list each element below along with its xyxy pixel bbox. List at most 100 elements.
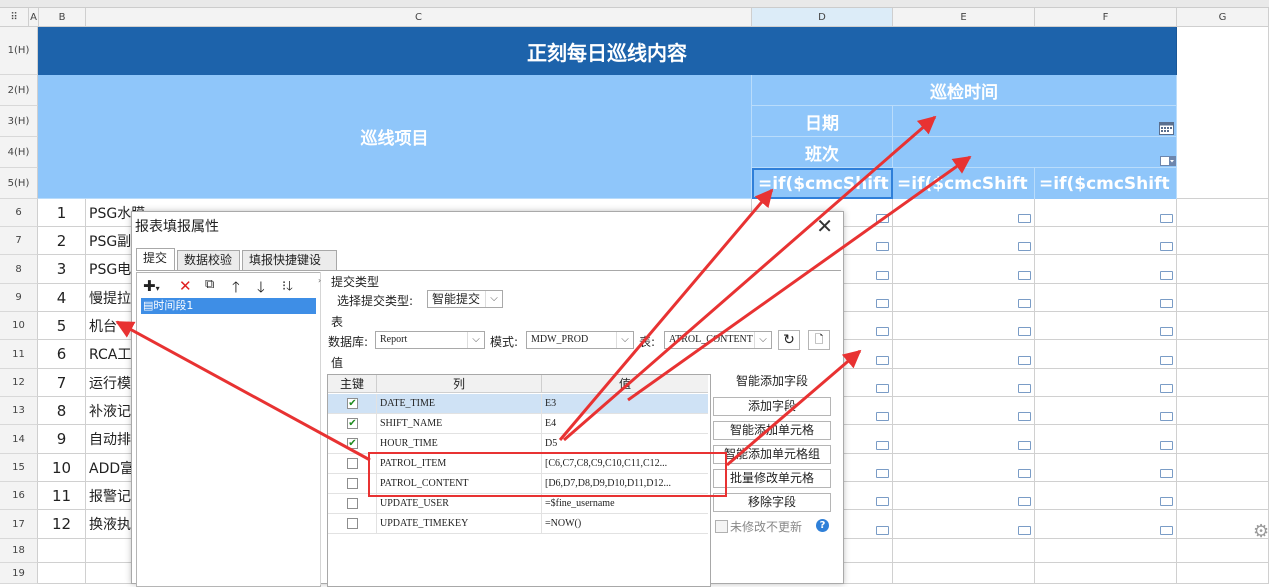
copy-icon[interactable]: ⧉ — [205, 277, 214, 292]
row-header-14[interactable]: 14 — [0, 425, 38, 454]
cell-empty[interactable] — [893, 563, 1035, 584]
cell-input[interactable] — [893, 510, 1035, 539]
table-row[interactable]: UPDATE_USER =$fine_username — [328, 494, 708, 514]
header-patrol-time[interactable]: 巡检时间 — [752, 75, 1177, 106]
row-header-16[interactable]: 16 — [0, 482, 38, 510]
sort-icon[interactable]: ⁝🡓 — [282, 277, 293, 299]
cell-input[interactable] — [893, 199, 1035, 227]
cell-input[interactable] — [893, 454, 1035, 482]
mode-select[interactable]: MDW_PROD ⌵ — [526, 331, 634, 349]
primary-key-checkbox[interactable]: ✔ — [347, 418, 358, 429]
cell-empty[interactable] — [1177, 539, 1269, 563]
close-icon[interactable]: ✕ — [816, 214, 833, 238]
primary-key-checkbox[interactable]: ✔ — [347, 438, 358, 449]
table-row[interactable]: ✔ HOUR_TIME D5 — [328, 434, 708, 454]
cell-item-number[interactable]: 9 — [38, 425, 86, 454]
cell-g[interactable] — [1177, 199, 1269, 227]
table-row[interactable]: ✔ DATE_TIME E3 — [328, 394, 708, 414]
batch-modify-cell-button[interactable]: 批量修改单元格 — [713, 469, 831, 488]
row-header-7[interactable]: 7 — [0, 227, 38, 255]
row-header-11[interactable]: 11 — [0, 340, 38, 369]
cell-g[interactable] — [1177, 425, 1269, 454]
refresh-icon[interactable]: ↻ — [778, 330, 800, 350]
cell-input[interactable] — [1035, 482, 1177, 510]
cell-e5-formula[interactable]: =if($cmcShift — [893, 168, 1035, 199]
cell-g[interactable] — [1177, 397, 1269, 425]
cell-input[interactable] — [893, 312, 1035, 340]
cell-input[interactable] — [1035, 284, 1177, 312]
header-date[interactable]: 日期 — [752, 106, 893, 137]
primary-key-checkbox[interactable]: ✔ — [347, 398, 358, 409]
column-value[interactable]: E3 — [545, 394, 705, 413]
cell-g[interactable] — [1177, 482, 1269, 510]
row-header-2[interactable]: 2(H) — [0, 75, 38, 106]
tab-shortcut-settings[interactable]: 填报快捷键设置 — [242, 250, 337, 286]
cell-item-number[interactable]: 10 — [38, 454, 86, 482]
row-header-18[interactable]: 18 — [0, 539, 38, 563]
column-value[interactable]: D5 — [545, 434, 705, 453]
cell-input[interactable] — [1035, 369, 1177, 397]
row-header-15[interactable]: 15 — [0, 454, 38, 482]
cell-f5-formula[interactable]: =if($cmcShift — [1035, 168, 1177, 199]
primary-key-checkbox[interactable] — [347, 498, 358, 509]
cell-empty[interactable] — [1035, 563, 1177, 584]
cell-item-number[interactable]: 11 — [38, 482, 86, 510]
header-shift[interactable]: 班次 — [752, 137, 893, 168]
column-value[interactable]: E4 — [545, 414, 705, 433]
cell-g-header[interactable] — [1177, 27, 1269, 199]
cell-empty[interactable] — [1177, 563, 1269, 584]
tree-item-period-1[interactable]: ▤时间段1 — [141, 298, 316, 314]
row-header-1[interactable]: 1(H) — [0, 27, 38, 75]
column-name[interactable]: SHIFT_NAME — [380, 414, 540, 433]
table-select[interactable]: ATROL_CONTENT ⌵ — [664, 331, 772, 349]
row-header-4[interactable]: 4(H) — [0, 137, 38, 168]
delete-icon[interactable]: ✕ — [179, 277, 192, 295]
table-row[interactable]: ✔ SHIFT_NAME E4 — [328, 414, 708, 434]
row-header-6[interactable]: 6 — [0, 199, 38, 227]
smart-add-cell-button[interactable]: 智能添加单元格 — [713, 421, 831, 440]
cell-input[interactable] — [893, 227, 1035, 255]
column-header-f[interactable]: F — [1035, 8, 1177, 27]
cell-input[interactable] — [893, 340, 1035, 369]
primary-key-checkbox[interactable] — [347, 458, 358, 469]
cell-item-number[interactable]: 8 — [38, 397, 86, 425]
cell-g[interactable] — [1177, 284, 1269, 312]
cell-input[interactable] — [1035, 255, 1177, 284]
cell-g[interactable] — [1177, 369, 1269, 397]
calendar-icon[interactable] — [1159, 121, 1174, 135]
add-icon[interactable]: ✚▾ — [143, 277, 160, 295]
cell-input[interactable] — [893, 255, 1035, 284]
cell-input[interactable] — [893, 397, 1035, 425]
gear-icon[interactable]: ⚙ — [1253, 521, 1269, 542]
cell-empty[interactable] — [1035, 539, 1177, 563]
remove-field-button[interactable]: 移除字段 — [713, 493, 831, 512]
dropdown-widget-icon[interactable] — [1160, 155, 1176, 166]
column-header-a[interactable]: A — [29, 8, 39, 27]
row-header-8[interactable]: 8 — [0, 255, 38, 284]
cell-input[interactable] — [893, 369, 1035, 397]
cell-input[interactable] — [893, 284, 1035, 312]
column-value[interactable]: =NOW() — [545, 514, 705, 533]
cell-input[interactable] — [1035, 199, 1177, 227]
submit-type-select[interactable]: 智能提交 ⌵ — [427, 290, 503, 308]
cell-item-number[interactable]: 1 — [38, 199, 86, 227]
column-header-g[interactable]: G — [1177, 8, 1269, 27]
cell-d5-formula[interactable]: =if($cmcShift — [752, 168, 893, 199]
cell-g[interactable] — [1177, 227, 1269, 255]
table-row[interactable]: UPDATE_TIMEKEY =NOW() — [328, 514, 708, 534]
row-header-10[interactable]: 10 — [0, 312, 38, 340]
cell-item-number[interactable]: 7 — [38, 369, 86, 397]
column-header-e[interactable]: E — [893, 8, 1035, 27]
cell-g[interactable] — [1177, 255, 1269, 284]
tab-submit[interactable]: 提交 — [136, 248, 175, 270]
row-header-12[interactable]: 12 — [0, 369, 38, 397]
database-select[interactable]: Report ⌵ — [375, 331, 485, 349]
cell-g[interactable] — [1177, 340, 1269, 369]
column-header-d[interactable]: D — [752, 8, 893, 27]
column-header-b[interactable]: B — [39, 8, 86, 27]
cell-item-number[interactable]: 4 — [38, 284, 86, 312]
row-header-13[interactable]: 13 — [0, 397, 38, 425]
cell-item-number[interactable]: 5 — [38, 312, 86, 340]
cell-input[interactable] — [1035, 397, 1177, 425]
cell-g[interactable] — [1177, 312, 1269, 340]
